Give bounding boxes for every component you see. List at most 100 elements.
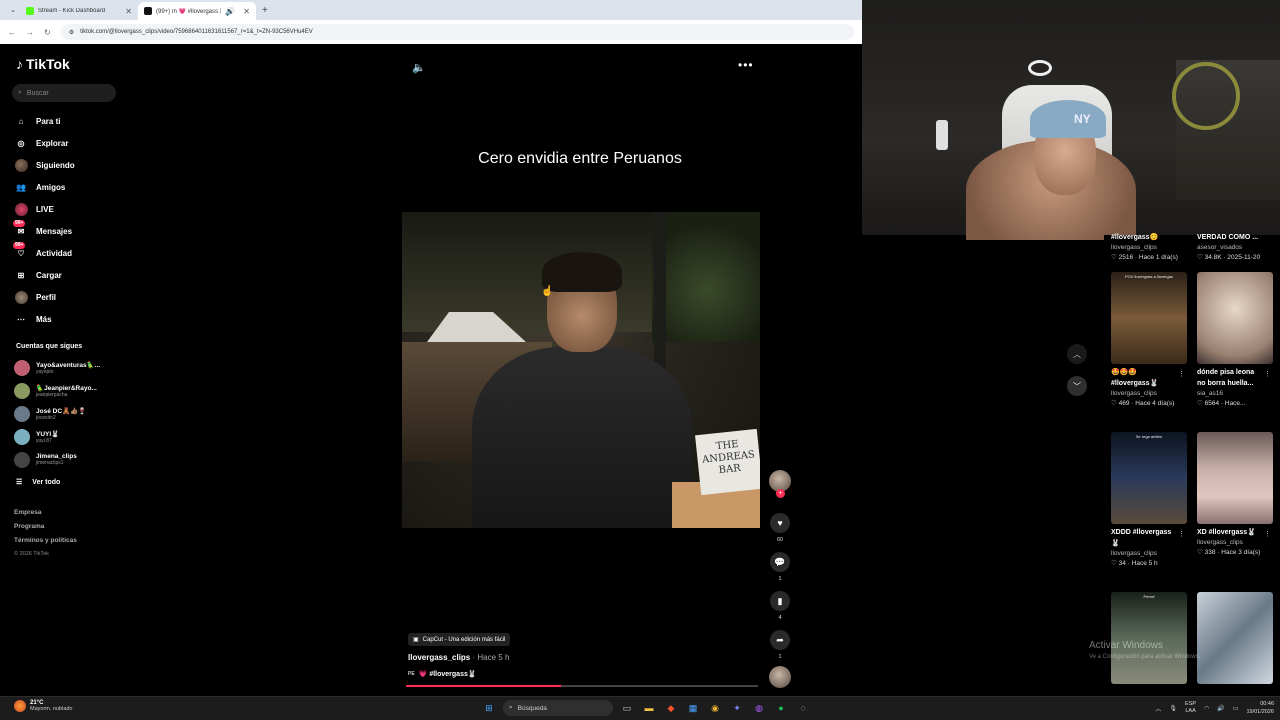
chrome-icon[interactable]: ◉ bbox=[707, 700, 723, 716]
nav-label: Mensajes bbox=[36, 226, 73, 236]
previous-video-button[interactable]: ︿ bbox=[1067, 344, 1087, 364]
capcut-badge[interactable]: ▣ CapCut - Una edición más fácil bbox=[408, 633, 511, 646]
avatar-icon bbox=[14, 158, 28, 172]
battery-icon[interactable]: ▭ bbox=[1233, 705, 1239, 712]
footer-link-programa[interactable]: Programa bbox=[14, 523, 77, 537]
card-menu-icon[interactable]: ⋮ bbox=[1178, 530, 1185, 538]
volume-icon[interactable]: 🔊 bbox=[1217, 705, 1224, 712]
tab-tiktok[interactable]: (99+) m 💗 #llovergass🐰 🔊 ✕ bbox=[138, 2, 256, 20]
nav-item-perfil[interactable]: Perfil bbox=[14, 286, 75, 308]
video-card[interactable] bbox=[1197, 592, 1280, 684]
card-thumbnail: Se rega arbitro bbox=[1111, 432, 1187, 524]
card-title: #llovergass😊 bbox=[1111, 234, 1159, 241]
video-card[interactable]: Perrof bbox=[1111, 592, 1195, 684]
video-card[interactable]: #llovergass😊 llovergass_clips ♡ 2516 · H… bbox=[1111, 229, 1195, 263]
wifi-icon[interactable]: ◠ bbox=[1204, 705, 1209, 712]
messenger-icon[interactable]: ◍ bbox=[751, 700, 767, 716]
video-frame[interactable]: THE ANDREAS BAR bbox=[402, 212, 760, 528]
mic-icon[interactable]: 🎙 bbox=[1169, 705, 1177, 712]
nav-item-mas[interactable]: ⋯ Más bbox=[14, 308, 75, 330]
author-name: llovergass_clips bbox=[408, 653, 471, 662]
site-info-icon[interactable]: ⚙ bbox=[69, 29, 74, 36]
music-disc-avatar[interactable] bbox=[769, 666, 791, 688]
obs-icon[interactable]: ◌ bbox=[795, 700, 811, 716]
nav-item-explorar[interactable]: ◎ Explorar bbox=[14, 132, 75, 154]
store-icon[interactable]: ▦ bbox=[685, 700, 701, 716]
language-indicator[interactable]: ESP LAA bbox=[1185, 701, 1196, 715]
brave-icon[interactable]: ◆ bbox=[663, 700, 679, 716]
nav-item-cargar[interactable]: ⊞ Cargar bbox=[14, 264, 75, 286]
nav-label: Amigos bbox=[36, 182, 66, 192]
followed-account[interactable]: Jimena_clips jimenaclips1 bbox=[14, 448, 100, 471]
url-field[interactable]: ⚙ tiktok.com/@llovergass_clips/video/759… bbox=[60, 24, 854, 40]
nav-item-live[interactable]: LIVE bbox=[14, 198, 75, 220]
video-card[interactable]: dónde pisa leona no borra huella... sia_… bbox=[1197, 272, 1280, 409]
taskbar-search[interactable]: ⌕ Búsqueda bbox=[503, 700, 613, 716]
post-time: · Hace 5 h bbox=[470, 653, 510, 662]
spotify-icon[interactable]: ● bbox=[773, 700, 789, 716]
card-menu-icon[interactable]: ⋮ bbox=[1264, 530, 1271, 538]
followed-account[interactable]: José DC🧸👍🏽🍷 jocesito2 bbox=[14, 402, 100, 425]
volume-icon[interactable]: 🔈 bbox=[412, 61, 426, 74]
search-icon: ⌕ bbox=[509, 704, 513, 711]
video-card[interactable]: Se rega arbitro XDDD #llovergass 🐰 llove… bbox=[1111, 432, 1195, 569]
close-tab-icon[interactable]: ✕ bbox=[243, 7, 250, 16]
footer-link-empresa[interactable]: Empresa bbox=[14, 509, 77, 523]
video-caption: Cero envidia entre Peruanos bbox=[478, 150, 682, 167]
nav-item-actividad[interactable]: ♡ 99+ Actividad bbox=[13, 242, 75, 264]
close-tab-icon[interactable]: ✕ bbox=[125, 7, 132, 16]
nav-item-para-ti[interactable]: ⌂ Para ti bbox=[14, 110, 75, 132]
footer-link-terminos[interactable]: Términos y políticas bbox=[14, 537, 77, 551]
account-handle: jeanpierpacha bbox=[36, 391, 68, 398]
share-button[interactable]: ➦ bbox=[770, 630, 790, 650]
save-button[interactable]: ▮ bbox=[770, 591, 790, 611]
nav-label: Siguiendo bbox=[36, 160, 75, 170]
card-menu-icon[interactable]: ⋮ bbox=[1178, 370, 1185, 378]
taskbar-apps: ⊞ ⌕ Búsqueda ▭ ▬ ◆ ▦ ◉ ✦ ◍ ● ◌ bbox=[481, 700, 811, 716]
reload-icon[interactable]: ↻ bbox=[44, 28, 51, 37]
follow-plus-icon[interactable]: + bbox=[776, 489, 785, 498]
more-options-icon[interactable]: ••• bbox=[738, 58, 754, 72]
screen: ⌄ Stream - Kick Dashboard ✕ (99+) m 💗 #l… bbox=[0, 0, 1280, 720]
video-author[interactable]: llovergass_clips · Hace 5 h bbox=[408, 653, 509, 662]
card-menu-icon[interactable]: ⋮ bbox=[1264, 370, 1271, 378]
new-tab-button[interactable]: + bbox=[256, 2, 274, 20]
nav-item-mensajes[interactable]: ✉ 99+ Mensajes bbox=[13, 220, 75, 242]
webcam-bottle bbox=[936, 120, 948, 150]
video-card[interactable]: XD #llovergass🐰 llovergass_clips ♡ 338 ·… bbox=[1197, 432, 1280, 558]
account-name: YUYI🐰 bbox=[36, 430, 60, 438]
clock[interactable]: 00:46 19/01/2026 bbox=[1246, 700, 1274, 716]
video-progress-bar[interactable] bbox=[406, 685, 758, 687]
search-input[interactable]: ⌕ Buscar bbox=[12, 84, 116, 102]
tab-search-dropdown-icon[interactable]: ⌄ bbox=[6, 0, 20, 20]
audio-icon[interactable]: 🔊 bbox=[225, 7, 235, 16]
nav-label: Perfil bbox=[36, 292, 57, 302]
weather-widget[interactable]: 21°C Mayorm. nublado bbox=[14, 700, 73, 712]
video-tags[interactable]: PE 💗 #llovergass🐰 bbox=[408, 670, 477, 678]
windows-start-icon[interactable]: ⊞ bbox=[481, 700, 497, 716]
followed-account[interactable]: YUYI🐰 yuyi.87 bbox=[14, 425, 100, 448]
file-explorer-icon[interactable]: ▬ bbox=[641, 700, 657, 716]
tray-chevron-icon[interactable]: ︿ bbox=[1155, 704, 1161, 713]
teams-icon[interactable]: ✦ bbox=[729, 700, 745, 716]
video-card[interactable]: POV llovergass a llovergas 🤩🤩🤩 #lloverga… bbox=[1111, 272, 1195, 409]
tab-kick[interactable]: Stream - Kick Dashboard ✕ bbox=[20, 2, 138, 20]
comment-button[interactable]: 💬 bbox=[770, 552, 790, 572]
like-button[interactable]: ♥ bbox=[770, 513, 790, 533]
video-card[interactable]: VERDAD COMO ... asesor_visados ♡ 34.8K ·… bbox=[1197, 229, 1280, 263]
followed-account[interactable]: Yayo&aventuras🦜... yayoplo bbox=[14, 356, 100, 379]
logo-text: TikTok bbox=[26, 56, 70, 72]
thumb-label: Perrof bbox=[1143, 594, 1155, 599]
nav-item-siguiendo[interactable]: Siguiendo bbox=[14, 154, 75, 176]
followed-account[interactable]: 🦜Jeanpier&Rayo... jeanpierpacha bbox=[14, 379, 100, 402]
bookmark-icon: ▮ bbox=[777, 595, 783, 606]
tiktok-logo[interactable]: ♪ TikTok bbox=[16, 56, 70, 72]
see-all-button[interactable]: ☰ Ver todo bbox=[16, 478, 60, 487]
nav-item-amigos[interactable]: 👥 Amigos bbox=[14, 176, 75, 198]
task-view-icon[interactable]: ▭ bbox=[619, 700, 635, 716]
forward-icon[interactable]: → bbox=[26, 28, 34, 37]
list-icon: ☰ bbox=[16, 479, 23, 486]
back-icon[interactable]: ← bbox=[8, 28, 16, 37]
creator-avatar[interactable]: + bbox=[769, 470, 791, 498]
next-video-button[interactable]: ﹀ bbox=[1067, 376, 1087, 396]
